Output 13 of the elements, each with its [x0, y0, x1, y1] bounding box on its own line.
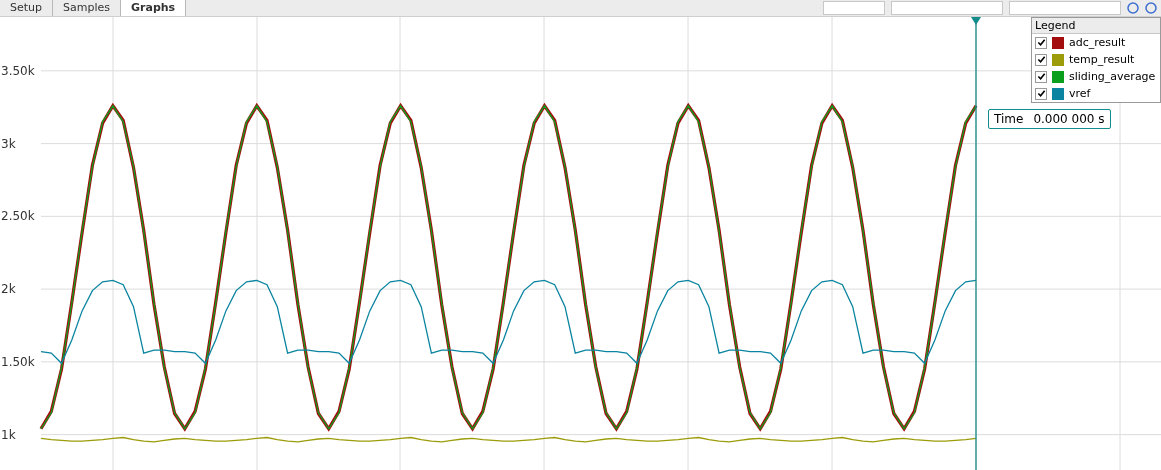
legend-title: Legend — [1032, 18, 1160, 34]
axis-tick-label: 2k — [1, 282, 16, 297]
axis-tick-label: 1.50k — [1, 354, 35, 369]
axis-tick-label: 3.50k — [1, 63, 35, 78]
time-value: 0.000 000 s — [1033, 112, 1105, 126]
axis-tick-label: 2.50k — [1, 209, 35, 224]
legend-label: temp_result — [1069, 53, 1135, 66]
axis-tick-label: 1k — [1, 427, 16, 442]
axis-tick-label: 3k — [1, 136, 16, 151]
time-label: Time — [994, 112, 1024, 126]
legend-label: vref — [1069, 87, 1091, 100]
legend-label: adc_result — [1069, 36, 1126, 49]
legend-label: sliding_average — [1069, 70, 1156, 83]
